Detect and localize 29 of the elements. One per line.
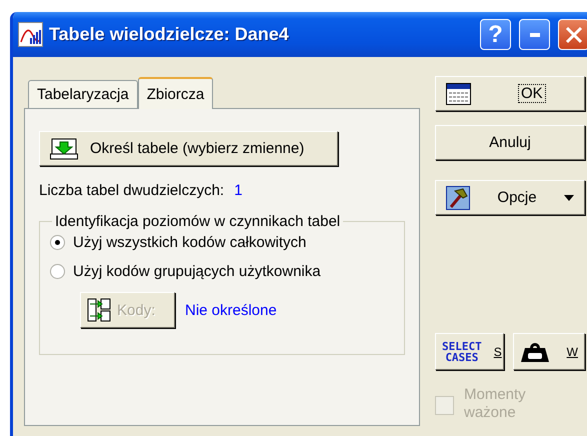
cancel-button[interactable]: Anuluj bbox=[435, 125, 585, 160]
table-count-label: Liczba tabel dwudzielczych: bbox=[39, 182, 224, 199]
weight-icon bbox=[520, 340, 550, 362]
monitor-arrow-icon bbox=[50, 138, 78, 160]
table-icon bbox=[446, 82, 471, 104]
tab[interactable]: Zbiorcza bbox=[138, 77, 214, 109]
minimize-button[interactable] bbox=[519, 19, 550, 50]
chart-icon bbox=[18, 22, 43, 47]
select-cases-button[interactable]: SELECT CASES S bbox=[435, 333, 504, 370]
dropdown-caret-icon bbox=[564, 194, 574, 200]
table-count-value: 1 bbox=[234, 182, 242, 199]
radio-option[interactable]: Użyj kodów grupujących użytkownika bbox=[50, 263, 404, 280]
ok-button[interactable]: OK bbox=[435, 76, 585, 111]
tab[interactable]: Tabelaryzacja bbox=[28, 80, 138, 108]
weight-button[interactable]: W bbox=[513, 333, 585, 370]
minimize-icon bbox=[530, 32, 540, 36]
close-icon bbox=[564, 26, 582, 44]
radio-button-icon[interactable] bbox=[50, 264, 65, 279]
group-title: Identyfikacja poziomów w czynnikach tabel bbox=[54, 213, 342, 230]
hammer-icon bbox=[446, 186, 470, 210]
define-tables-button[interactable]: Określ tabele (wybierz zmienne) bbox=[39, 131, 338, 166]
options-button[interactable]: Opcje bbox=[435, 180, 585, 215]
window-title: Tabele wielodzielcze: Dane4 bbox=[49, 24, 290, 45]
radio-button-icon[interactable] bbox=[50, 235, 65, 250]
weighted-moments-label: Momenty ważone bbox=[464, 386, 527, 422]
codes-icon bbox=[87, 298, 111, 322]
close-button[interactable] bbox=[558, 19, 587, 50]
radio-option[interactable]: Użyj wszystkich kodów całkowitych bbox=[50, 234, 404, 251]
codes-status: Nie określone bbox=[185, 302, 277, 318]
